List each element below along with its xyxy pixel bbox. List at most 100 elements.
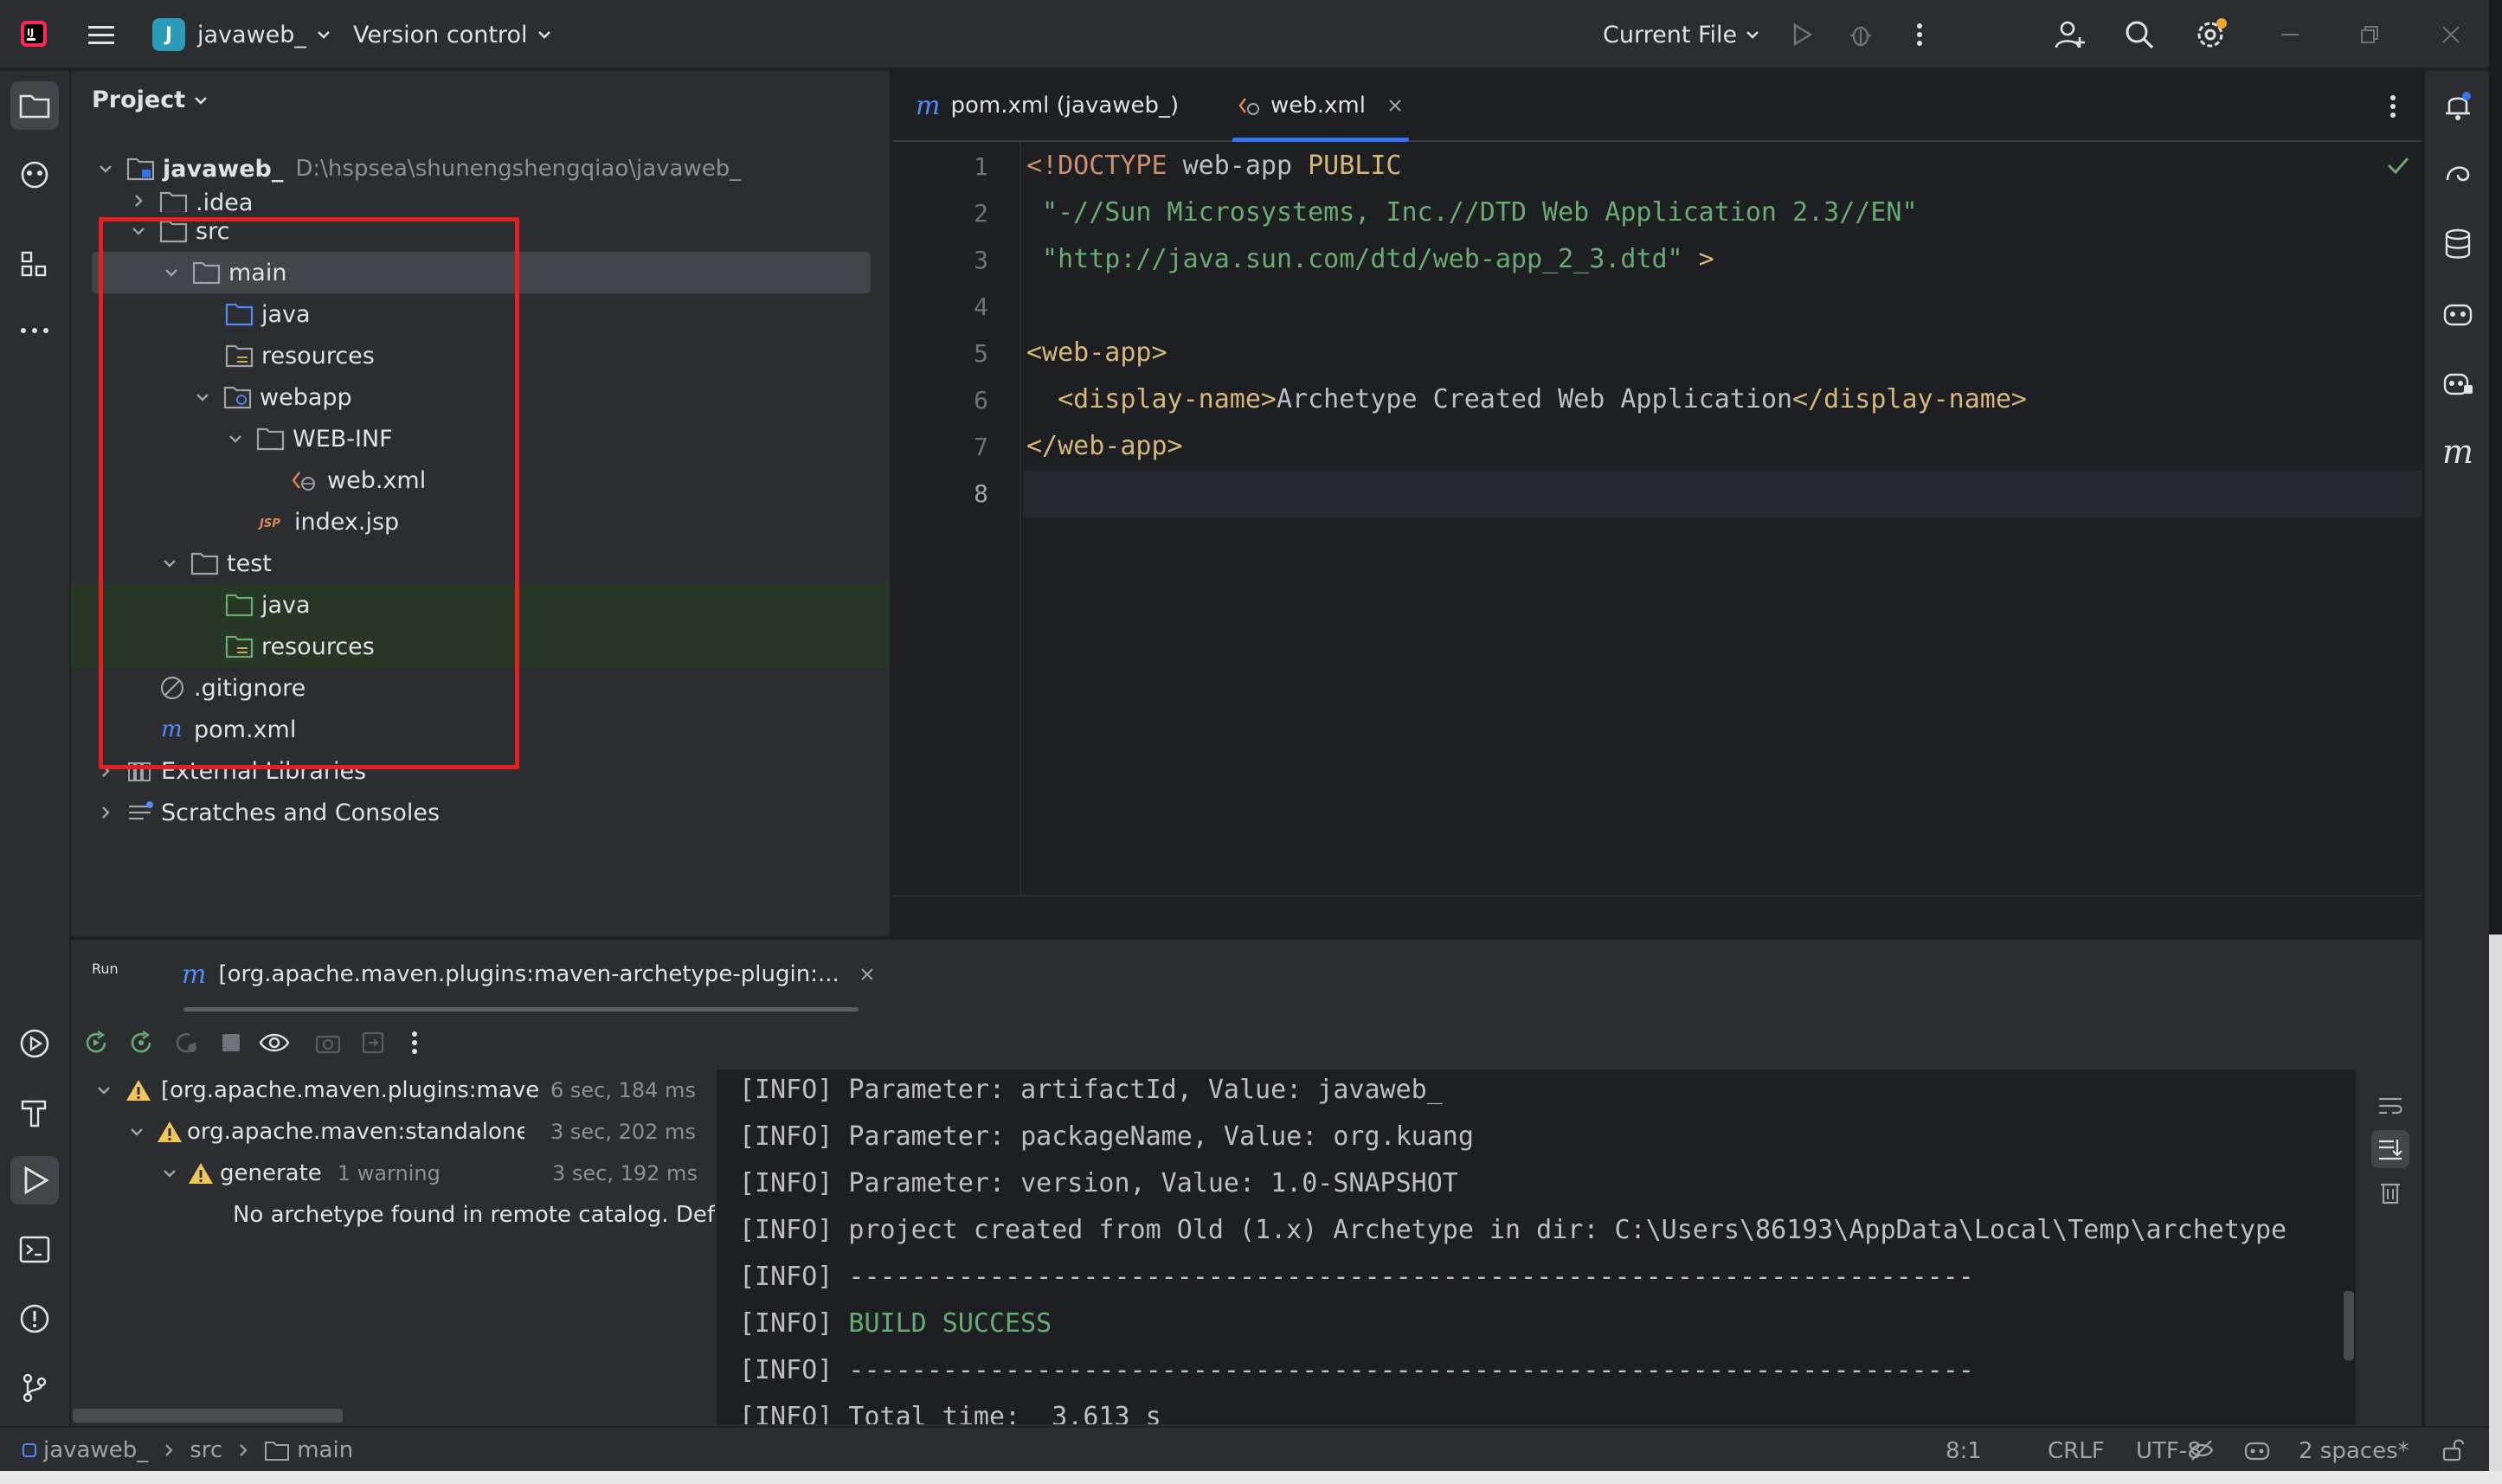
run-tree-item-root[interactable]: [org.apache.maven.plugins:mave 6 sec, 18… — [71, 1070, 715, 1111]
screenshot-icon[interactable] — [312, 1026, 344, 1059]
tree-item-index-jsp[interactable]: JSP index.jsp — [71, 501, 890, 543]
close-window-icon[interactable] — [2435, 19, 2467, 50]
run-icon[interactable] — [1786, 19, 1817, 50]
chevron-down-icon[interactable] — [161, 1165, 178, 1182]
maven-icon[interactable]: m — [2434, 427, 2482, 476]
chevron-right-icon[interactable] — [97, 762, 114, 780]
close-tab-icon[interactable] — [859, 966, 876, 983]
project-widget[interactable]: J javaweb_ — [152, 17, 332, 52]
editor-tabs-more-icon[interactable] — [2380, 92, 2406, 121]
tree-item-test[interactable]: test — [71, 543, 890, 584]
tree-item-pom-xml[interactable]: m pom.xml — [71, 709, 890, 750]
tree-item-gitignore[interactable]: .gitignore — [71, 667, 890, 709]
main-menu-icon[interactable] — [87, 21, 116, 48]
settings-icon[interactable] — [2191, 16, 2229, 54]
tree-item-main-java[interactable]: java — [71, 293, 890, 335]
tree-item-external-libraries[interactable]: External Libraries — [71, 750, 890, 792]
run-tool-icon[interactable] — [10, 1156, 59, 1205]
inspection-ok-icon[interactable] — [2385, 152, 2411, 178]
tree-item-main[interactable]: main — [92, 252, 871, 293]
code-line-2[interactable]: "-//Sun Microsystems, Inc.//DTD Web Appl… — [1026, 197, 1917, 228]
code-line-5[interactable]: <web-app> — [1026, 337, 1167, 368]
chevron-down-icon[interactable] — [128, 1123, 145, 1140]
build-tool-icon[interactable] — [10, 1089, 59, 1137]
database-icon[interactable] — [2434, 220, 2482, 268]
restore-icon[interactable] — [2354, 19, 2385, 50]
soft-wrap-icon[interactable] — [2373, 1089, 2408, 1123]
tree-item-web-inf[interactable]: WEB-INF — [71, 418, 890, 459]
copilot-chat-icon[interactable] — [2434, 358, 2482, 407]
chevron-right-icon[interactable] — [130, 192, 147, 209]
chevron-down-icon[interactable] — [130, 222, 147, 240]
problems-tool-icon[interactable] — [10, 1294, 59, 1343]
read-only-toggle-icon[interactable] — [2437, 1435, 2468, 1466]
intellij-logo-icon[interactable]: IJ — [19, 19, 48, 48]
chevron-down-icon[interactable] — [194, 389, 211, 406]
console-scrollbar[interactable] — [2344, 1291, 2354, 1360]
run-more-icon[interactable] — [402, 1026, 428, 1059]
ai-assistant-icon[interactable] — [2434, 151, 2482, 199]
breadcrumb-item[interactable]: main — [297, 1437, 353, 1463]
rerun-icon[interactable] — [80, 1026, 113, 1059]
git-tool-icon[interactable] — [10, 1364, 59, 1412]
inspections-off-icon[interactable] — [2186, 1435, 2217, 1466]
chevron-down-icon[interactable] — [97, 160, 114, 177]
tree-item-scratches[interactable]: Scratches and Consoles — [71, 792, 890, 833]
tree-item-test-java[interactable]: java — [71, 584, 890, 626]
run-tree-item-generate[interactable]: generate 1 warning 3 sec, 192 ms — [71, 1153, 715, 1194]
clear-all-icon[interactable] — [2373, 1175, 2408, 1210]
chevron-right-icon[interactable] — [97, 804, 114, 821]
add-user-icon[interactable] — [2053, 17, 2087, 52]
tree-item-main-resources[interactable]: resources — [71, 335, 890, 376]
debug-icon[interactable] — [1845, 19, 1876, 50]
run-tree-item-standalone[interactable]: org.apache.maven:standalone-pc 3 sec, 20… — [71, 1111, 715, 1153]
close-tab-icon[interactable] — [1386, 97, 1404, 114]
stop-icon[interactable] — [215, 1026, 248, 1059]
line-separator[interactable]: CRLF — [2048, 1438, 2105, 1464]
project-tool-icon[interactable] — [10, 81, 59, 130]
code-line-7[interactable]: </web-app> — [1026, 431, 1183, 461]
tree-item-idea[interactable]: .idea — [71, 190, 890, 212]
commit-tool-icon[interactable] — [10, 151, 59, 199]
tree-item-javaweb-root[interactable]: javaweb_ D:\hspsea\shunengshengqiao\java… — [71, 148, 890, 190]
tree-item-webapp[interactable]: webapp — [71, 376, 890, 418]
search-icon[interactable] — [2122, 17, 2157, 52]
tab-pom-xml[interactable]: m pom.xml (javaweb_) — [916, 71, 1179, 140]
rerun-disabled-icon[interactable] — [170, 1026, 203, 1059]
code-line-1[interactable]: <!DOCTYPE web-app PUBLIC — [1026, 151, 1402, 181]
vcs-widget[interactable]: Version control — [353, 17, 553, 52]
console-output[interactable]: [INFO] Parameter: artifactId, Value: jav… — [717, 1070, 2356, 1424]
tab-web-xml[interactable]: web.xml — [1232, 71, 1409, 142]
copilot-icon[interactable] — [2434, 289, 2482, 337]
run-config-selector[interactable]: Current File — [1603, 17, 1761, 52]
caret-position[interactable]: 8:1 — [1946, 1438, 1982, 1464]
chevron-down-icon[interactable] — [227, 430, 244, 447]
breadcrumb-item[interactable]: src — [190, 1437, 222, 1463]
structure-tool-icon[interactable] — [10, 241, 59, 289]
export-icon[interactable] — [357, 1026, 389, 1059]
run-tree-h-scrollbar[interactable] — [73, 1409, 343, 1423]
tree-item-web-xml[interactable]: web.xml — [71, 459, 890, 501]
indent-setting[interactable]: 2 spaces* — [2299, 1438, 2409, 1464]
show-passed-icon[interactable] — [256, 1026, 293, 1059]
run-tab-scrollbar[interactable] — [183, 1007, 859, 1012]
minimize-icon[interactable] — [2274, 19, 2306, 50]
scroll-to-end-icon[interactable] — [2371, 1130, 2409, 1168]
notifications-icon[interactable] — [2434, 81, 2482, 130]
chevron-down-icon[interactable] — [95, 1082, 113, 1099]
tree-item-src[interactable]: src — [71, 210, 890, 252]
terminal-tool-icon[interactable] — [10, 1225, 59, 1274]
more-tools-icon[interactable] — [10, 306, 59, 355]
code-line-6[interactable]: <display-name>Archetype Created Web Appl… — [1026, 384, 2027, 414]
chevron-down-icon[interactable] — [163, 264, 180, 281]
tree-item-test-resources[interactable]: resources — [71, 626, 890, 667]
code-line-3[interactable]: "http://java.sun.com/dtd/web-app_2_3.dtd… — [1026, 244, 1714, 274]
project-panel-header[interactable]: Project — [92, 87, 209, 113]
services-tool-icon[interactable] — [10, 1019, 59, 1068]
breadcrumb-item[interactable]: javaweb_ — [43, 1437, 148, 1463]
run-tree-item-warning[interactable]: No archetype found in remote catalog. De… — [71, 1194, 715, 1236]
run-tab-maven-archetype[interactable]: m [org.apache.maven.plugins:maven-archet… — [182, 952, 876, 997]
rerun-failed-icon[interactable] — [125, 1026, 158, 1059]
more-actions-icon[interactable] — [1904, 19, 1935, 50]
chevron-down-icon[interactable] — [161, 555, 178, 572]
